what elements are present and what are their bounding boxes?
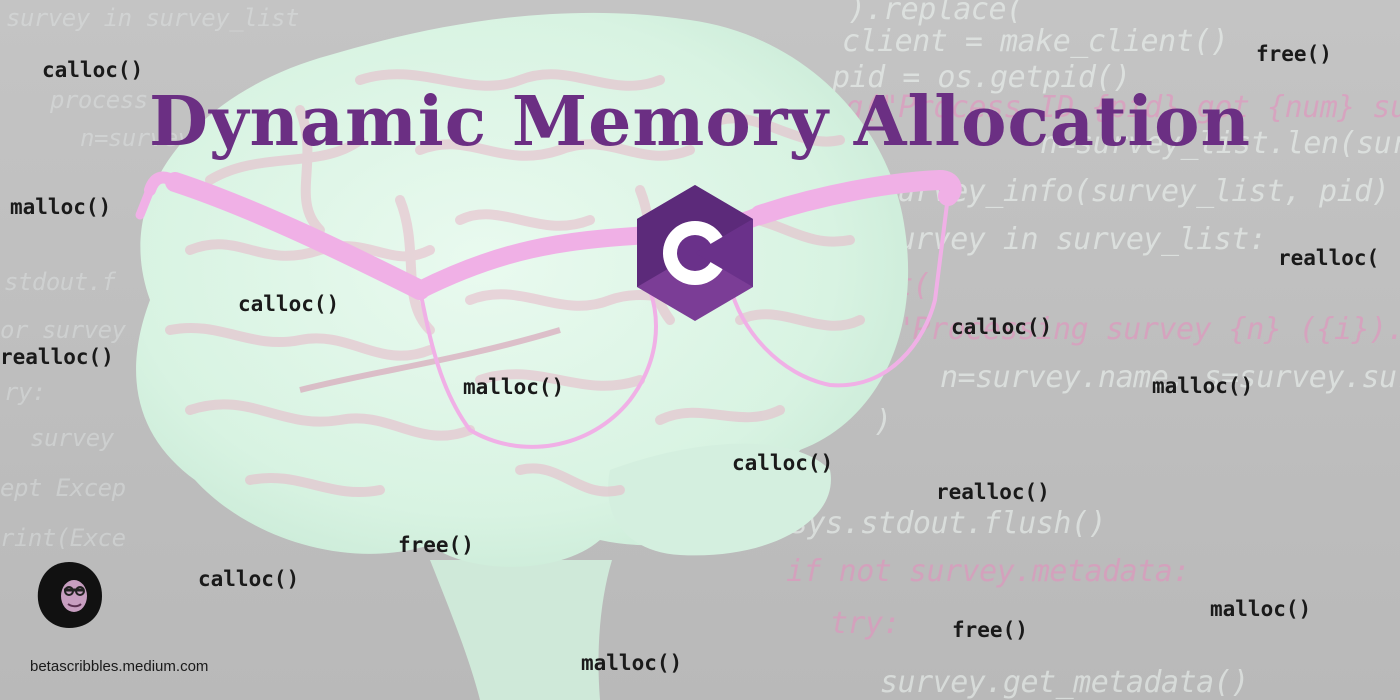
function-label: free() [952, 618, 1028, 642]
page-title: Dynamic Memory Allocation [149, 82, 1251, 162]
function-label: malloc() [1152, 374, 1254, 398]
function-label: calloc() [238, 292, 340, 316]
function-label: malloc() [1210, 597, 1312, 621]
function-label: calloc() [732, 451, 834, 475]
function-label: free() [1256, 42, 1332, 66]
function-label: calloc() [951, 315, 1053, 339]
banner-canvas: ).replace( client = make_client() pid = … [0, 0, 1400, 700]
function-label: realloc() [0, 345, 114, 369]
function-label: malloc() [581, 651, 683, 675]
function-label: malloc() [463, 375, 565, 399]
function-label: realloc() [936, 480, 1050, 504]
function-label: free() [398, 533, 474, 557]
function-label: calloc() [42, 58, 144, 82]
function-label: calloc() [198, 567, 300, 591]
function-label: malloc() [10, 195, 112, 219]
author-avatar-icon [37, 562, 102, 628]
footer-url: betascribbles.medium.com [30, 658, 209, 675]
function-label: realloc( [1278, 246, 1380, 270]
